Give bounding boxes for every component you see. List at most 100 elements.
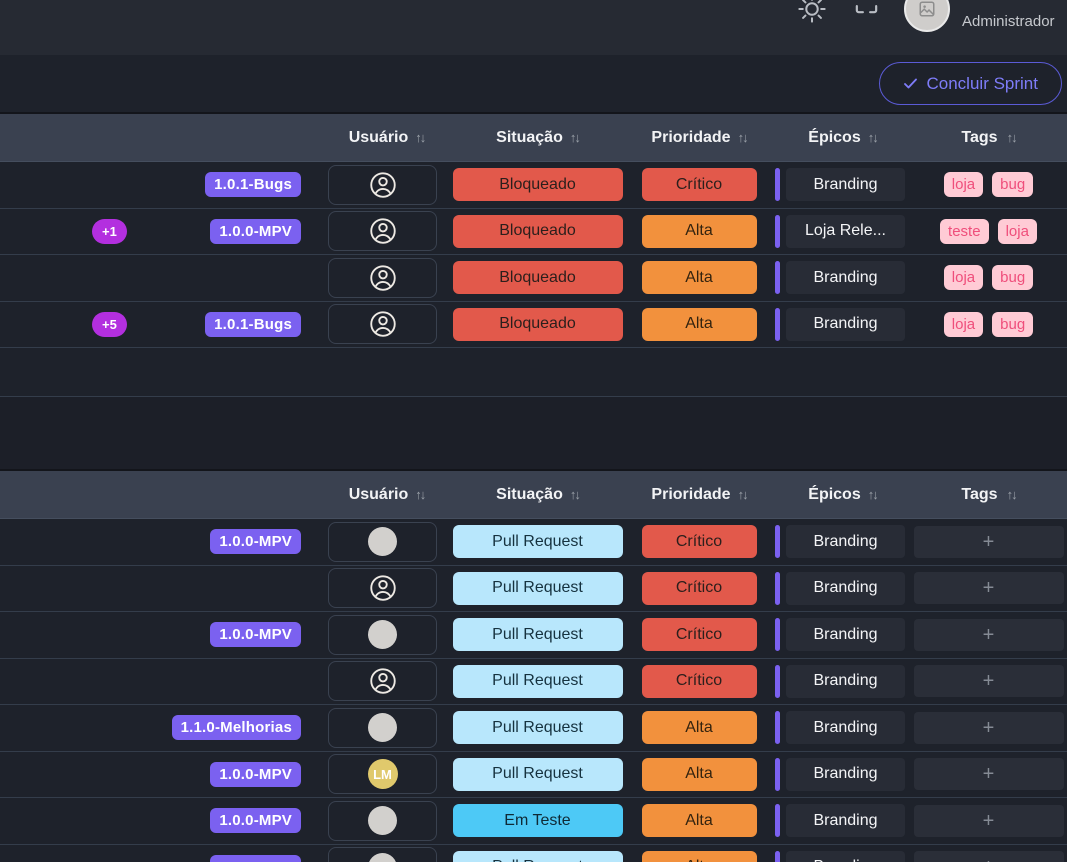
priority-badge[interactable]: Crítico (642, 168, 757, 201)
tag-badge[interactable]: loja (998, 219, 1037, 244)
version-badge[interactable]: 1.0.0-MPV (210, 219, 301, 244)
epic-badge[interactable]: Branding (775, 308, 905, 341)
epic-label: Branding (786, 168, 905, 201)
tag-badge[interactable]: teste (940, 219, 989, 244)
user-avatar-icon (368, 170, 398, 200)
assignee-box[interactable] (328, 258, 437, 298)
assignee-box[interactable] (328, 568, 437, 608)
avatar-initials: LM (368, 759, 398, 789)
status-badge[interactable]: Pull Request (453, 851, 623, 862)
epic-badge[interactable]: Branding (775, 525, 905, 558)
version-badge[interactable]: 1.0.0-MPV (210, 529, 301, 554)
theme-toggle-sun-icon[interactable] (796, 0, 828, 25)
tag-badge[interactable]: bug (992, 172, 1033, 197)
status-badge[interactable]: Bloqueado (453, 215, 623, 248)
tag-badge[interactable]: bug (992, 265, 1033, 290)
fullscreen-icon[interactable] (852, 0, 881, 17)
add-tag-button[interactable]: + (914, 665, 1064, 697)
priority-badge[interactable]: Alta (642, 261, 757, 294)
priority-badge[interactable]: Alta (642, 804, 757, 837)
assignee-box[interactable] (328, 801, 437, 841)
version-badge[interactable]: 1.0.0-MPV (210, 855, 301, 862)
column-header-tags[interactable]: Tags↑↓ (910, 129, 1067, 147)
epic-badge[interactable]: Branding (775, 572, 905, 605)
column-header-epicos[interactable]: Épicos↑↓ (768, 129, 910, 147)
priority-badge[interactable]: Alta (642, 758, 757, 791)
assignee-box[interactable] (328, 615, 437, 655)
priority-badge[interactable]: Alta (642, 215, 757, 248)
epic-color-bar (775, 618, 780, 651)
add-tag-button[interactable]: + (914, 805, 1064, 837)
tag-badge[interactable]: bug (992, 312, 1033, 337)
epic-label: Loja Rele... (786, 215, 905, 248)
status-badge[interactable]: Pull Request (453, 665, 623, 698)
assignee-box[interactable] (328, 522, 437, 562)
complete-sprint-button[interactable]: Concluir Sprint (879, 62, 1063, 105)
assignee-box[interactable] (328, 304, 437, 344)
tag-badge[interactable]: loja (944, 172, 983, 197)
topbar: Administrador (0, 0, 1067, 55)
column-header-prioridade[interactable]: Prioridade↑↓ (630, 486, 768, 504)
overflow-count-badge[interactable]: +5 (92, 312, 127, 337)
column-header-usuario[interactable]: Usuário↑↓ (328, 486, 445, 504)
assignee-box[interactable] (328, 847, 437, 862)
priority-badge[interactable]: Crítico (642, 618, 757, 651)
epic-badge[interactable]: Branding (775, 168, 905, 201)
add-tag-button[interactable]: + (914, 758, 1064, 790)
assignee-box[interactable] (328, 661, 437, 701)
add-tag-button[interactable]: + (914, 526, 1064, 558)
column-header-situacao[interactable]: Situação↑↓ (445, 486, 630, 504)
version-badge[interactable]: 1.0.0-MPV (210, 762, 301, 787)
epic-badge[interactable]: Branding (775, 758, 905, 791)
status-badge[interactable]: Pull Request (453, 711, 623, 744)
tag-badge[interactable]: loja (944, 312, 983, 337)
user-menu[interactable]: Administrador (904, 0, 1055, 32)
status-badge[interactable]: Bloqueado (453, 308, 623, 341)
status-badge[interactable]: Pull Request (453, 618, 623, 651)
column-header-situacao[interactable]: Situação↑↓ (445, 129, 630, 147)
assignee-box[interactable] (328, 165, 437, 205)
priority-badge[interactable]: Crítico (642, 525, 757, 558)
epic-badge[interactable]: Branding (775, 804, 905, 837)
column-header-prioridade[interactable]: Prioridade↑↓ (630, 129, 768, 147)
add-tag-button[interactable]: + (914, 572, 1064, 604)
epic-badge[interactable]: Loja Rele... (775, 215, 905, 248)
overflow-count-badge[interactable]: +1 (92, 219, 127, 244)
priority-badge[interactable]: Alta (642, 711, 757, 744)
tag-badge[interactable]: loja (944, 265, 983, 290)
priority-badge[interactable]: Crítico (642, 665, 757, 698)
version-badge[interactable]: 1.0.1-Bugs (205, 312, 301, 337)
epic-cell: Branding (768, 572, 910, 605)
add-tag-button[interactable]: + (914, 619, 1064, 651)
epic-badge[interactable]: Branding (775, 618, 905, 651)
add-tag-button[interactable]: + (914, 851, 1064, 862)
version-badge[interactable]: 1.0.0-MPV (210, 622, 301, 647)
status-badge[interactable]: Pull Request (453, 525, 623, 558)
priority-badge[interactable]: Alta (642, 308, 757, 341)
column-header-epicos[interactable]: Épicos↑↓ (768, 486, 910, 504)
epic-badge[interactable]: Branding (775, 665, 905, 698)
epic-badge[interactable]: Branding (775, 711, 905, 744)
epic-color-bar (775, 851, 780, 862)
epic-badge[interactable]: Branding (775, 851, 905, 862)
row-badges-cell: +5 1.0.1-Bugs (0, 302, 328, 348)
assignee-box[interactable] (328, 708, 437, 748)
column-header-usuario[interactable]: Usuário↑↓ (328, 129, 445, 147)
version-badge[interactable]: 1.0.1-Bugs (205, 172, 301, 197)
status-badge[interactable]: Em Teste (453, 804, 623, 837)
status-badge[interactable]: Pull Request (453, 758, 623, 791)
assignee-box[interactable] (328, 211, 437, 251)
status-badge[interactable]: Pull Request (453, 572, 623, 605)
add-tag-button[interactable]: + (914, 712, 1064, 744)
column-header-tags[interactable]: Tags↑↓ (910, 486, 1067, 504)
priority-badge[interactable]: Crítico (642, 572, 757, 605)
version-badge[interactable]: 1.1.0-Melhorias (172, 715, 301, 740)
status-badge[interactable]: Bloqueado (453, 168, 623, 201)
epic-badge[interactable]: Branding (775, 261, 905, 294)
version-badge[interactable]: 1.0.0-MPV (210, 808, 301, 833)
status-badge[interactable]: Bloqueado (453, 261, 623, 294)
assignee-box[interactable]: LM (328, 754, 437, 794)
epic-cell: Branding (768, 665, 910, 698)
user-avatar[interactable] (904, 0, 950, 32)
priority-badge[interactable]: Alta (642, 851, 757, 862)
